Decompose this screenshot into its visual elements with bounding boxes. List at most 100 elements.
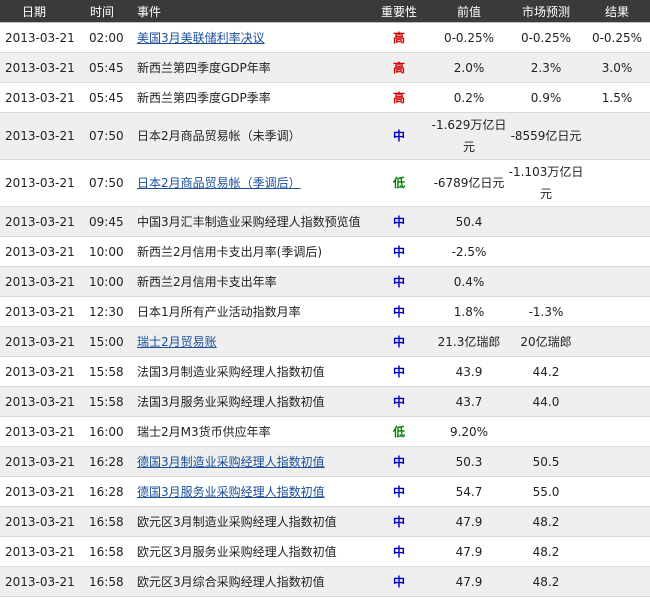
cell-event: 日本2月商品贸易帐（季调后） [135,159,368,207]
importance-badge: 中 [368,356,430,387]
event-label: 瑞士2月M3货币供应年率 [137,424,271,439]
table-row: 2013-03-21 16:58 欧元区3月综合采购经理人指数初值 中 47.9 48.2 [0,566,650,597]
cell-event: 瑞士2月贸易账 [135,326,368,357]
event-link[interactable]: 德国3月制造业采购经理人指数初值 [137,455,325,469]
cell-previous: 0-0.25% [430,22,508,53]
calendar-body: 2013-03-21 02:00 美国3月美联储利率决议高 0-0.25% 0-0.25… [0,22,650,597]
cell-time: 15:00 [87,326,135,357]
event-label: 欧元区3月服务业采购经理人指数初值 [137,544,337,559]
event-label: 日本2月商品贸易帐（未季调） [137,129,301,143]
cell-actual: 0-0.25% [584,22,650,53]
cell-actual [584,476,650,507]
cell-forecast [508,236,584,267]
cell-actual [584,236,650,267]
economic-calendar-table: 日期 时间 事件 重要性 前值 市场预测 结果 2013-03-21 02:00 美… [0,0,650,597]
cell-date: 2013-03-21 [0,326,87,357]
importance-badge: 中 [368,386,430,417]
event-link[interactable]: 日本2月商品贸易帐（季调后） [137,176,301,190]
cell-date: 2013-03-21 [0,416,87,447]
cell-time: 02:00 [87,22,135,53]
cell-forecast: 44.0 [508,386,584,417]
cell-actual [584,206,650,237]
importance-badge: 中 [368,536,430,567]
cell-event: 新西兰2月信用卡支出年率 [135,266,368,297]
column-header-importance: 重要性 [368,0,430,23]
event-link[interactable]: 瑞士2月贸易账 [137,335,217,349]
cell-event: 瑞士2月M3货币供应年率 [135,416,368,447]
cell-event: 新西兰第四季度GDP年率 [135,52,368,83]
table-row: 2013-03-21 15:58 法国3月服务业采购经理人指数初值 中 43.7 44.0 [0,386,650,417]
cell-previous: 2.0% [430,52,508,83]
table-row: 2013-03-21 15:58 法国3月制造业采购经理人指数初值 中 43.9 44.2 [0,356,650,387]
cell-time: 10:00 [87,236,135,267]
importance-badge: 中 [368,506,430,537]
importance-badge: 低 [368,159,430,207]
cell-forecast: 48.2 [508,506,584,537]
cell-forecast: 0-0.25% [508,22,584,53]
importance-badge: 中 [368,266,430,297]
cell-forecast: -8559亿日元 [508,112,584,160]
event-label: 中国3月汇丰制造业采购经理人指数预览值 [137,214,361,229]
cell-date: 2013-03-21 [0,506,87,537]
cell-time: 10:00 [87,266,135,297]
table-row: 2013-03-21 12:30 日本1月所有产业活动指数月率 中 1.8% -1.3% [0,296,650,327]
cell-date: 2013-03-21 [0,82,87,113]
cell-event: 中国3月汇丰制造业采购经理人指数预览值 [135,206,368,237]
importance-badge: 低 [368,416,430,447]
cell-previous: 43.9 [430,356,508,387]
importance-badge: 中 [368,236,430,267]
cell-event: 德国3月制造业采购经理人指数初值 [135,446,368,477]
importance-badge: 中 [368,326,430,357]
cell-date: 2013-03-21 [0,296,87,327]
event-link[interactable]: 美国3月美联储利率决议 [137,31,265,45]
event-label: 新西兰2月信用卡支出年率 [137,274,277,289]
column-header-time: 时间 [87,0,135,23]
cell-date: 2013-03-21 [0,159,87,207]
cell-actual [584,266,650,297]
cell-time: 16:58 [87,566,135,597]
column-header-actual: 结果 [584,0,650,23]
cell-actual [584,566,650,597]
importance-badge: 高 [368,52,430,83]
cell-previous: 50.4 [430,206,508,237]
cell-actual [584,159,650,207]
cell-date: 2013-03-21 [0,22,87,53]
cell-event: 欧元区3月服务业采购经理人指数初值 [135,536,368,567]
importance-badge: 中 [368,296,430,327]
importance-badge: 中 [368,206,430,237]
cell-time: 07:50 [87,159,135,207]
table-row: 2013-03-21 16:58 欧元区3月服务业采购经理人指数初值 中 47.9 48.… [0,536,650,567]
cell-time: 16:28 [87,446,135,477]
cell-actual: 1.5% [584,82,650,113]
event-label: 法国3月服务业采购经理人指数初值 [137,394,325,409]
column-header-event: 事件 [135,0,368,23]
cell-time: 16:58 [87,536,135,567]
cell-forecast [508,266,584,297]
cell-time: 12:30 [87,296,135,327]
event-link[interactable]: 德国3月服务业采购经理人指数初值 [137,485,325,499]
cell-event: 新西兰第四季度GDP季率 [135,82,368,113]
table-header-row: 日期 时间 事件 重要性 前值 市场预测 结果 [0,0,650,23]
column-header-forecast: 市场预测 [508,0,584,23]
cell-actual [584,386,650,417]
table-row: 2013-03-21 10:00 新西兰2月信用卡支出月率(季调后) 中 -2.5% [0,236,650,267]
event-label: 欧元区3月制造业采购经理人指数初值 [137,514,337,529]
cell-date: 2013-03-21 [0,446,87,477]
cell-forecast: 2.3% [508,52,584,83]
cell-date: 2013-03-21 [0,236,87,267]
table-row: 2013-03-21 05:45 新西兰第四季度GDP年率 高 2.0% 2.3% 3.0% [0,52,650,83]
event-label: 法国3月制造业采购经理人指数初值 [137,364,325,379]
cell-actual [584,416,650,447]
cell-previous: 47.9 [430,536,508,567]
cell-date: 2013-03-21 [0,112,87,160]
importance-badge: 中 [368,112,430,160]
cell-previous: 47.9 [430,566,508,597]
cell-date: 2013-03-21 [0,52,87,83]
table-row: 2013-03-21 16:58 欧元区3月制造业采购经理人指数初值 中 47.9 48.… [0,506,650,537]
cell-time: 07:50 [87,112,135,160]
cell-time: 16:58 [87,506,135,537]
cell-date: 2013-03-21 [0,356,87,387]
cell-time: 09:45 [87,206,135,237]
cell-previous: 50.3 [430,446,508,477]
cell-previous: 9.20% [430,416,508,447]
